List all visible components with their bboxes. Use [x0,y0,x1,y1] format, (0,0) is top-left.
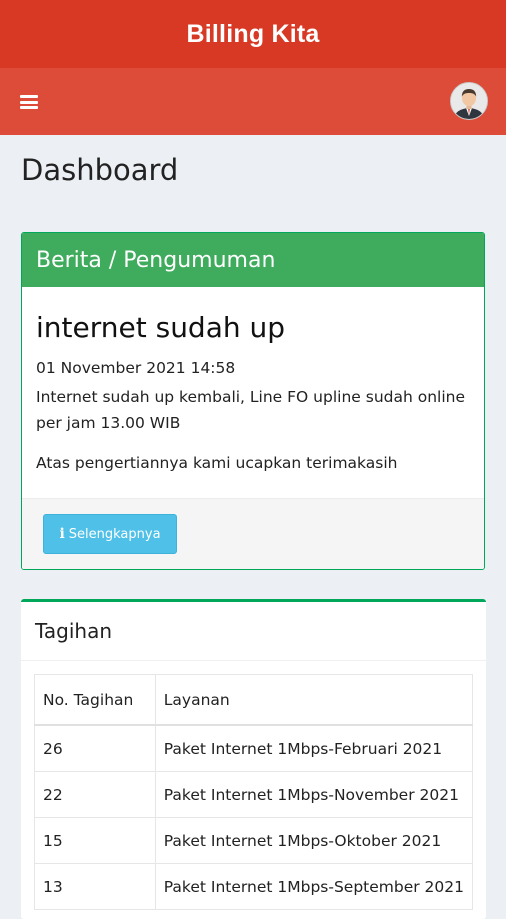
bill-number-cell: 26 [34,724,156,772]
table-row[interactable]: 26 Paket Internet 1Mbps-Februari 2021 [34,724,474,772]
news-title: internet sudah up [36,311,286,344]
column-header-service: Layanan [154,674,474,726]
bills-table: No. Tagihan Layanan 26 Paket Internet 1M… [34,674,474,910]
service-cell: Paket Internet 1Mbps-November 2021 [154,771,474,818]
service-cell: Paket Internet 1Mbps-September 2021 [154,863,474,910]
news-box: Berita / Pengumuman internet sudah up 01… [21,232,485,570]
navbar [0,68,506,135]
page-title: Dashboard [21,153,179,187]
app-bar: Billing Kita [0,0,506,68]
avatar-icon [451,83,487,119]
news-thanks: Atas pengertiannya kami ucapkan terimaka… [36,454,398,472]
news-header: Berita / Pengumuman [22,233,484,287]
service-cell: Paket Internet 1Mbps-Oktober 2021 [154,817,474,864]
news-date: 01 November 2021 14:58 [36,359,236,377]
bills-box: Tagihan No. Tagihan Layanan 26 Paket Int… [21,599,486,919]
app-title: Billing Kita [186,19,320,48]
bill-number-cell: 15 [34,817,156,864]
info-icon: i [59,526,65,542]
read-more-label: Selengkapnya [68,526,161,542]
column-header-bill-number: No. Tagihan [34,674,156,726]
bill-number-cell: 22 [34,771,156,818]
user-avatar[interactable] [450,82,488,120]
service-cell: Paket Internet 1Mbps-Februari 2021 [154,724,474,772]
table-header-row: No. Tagihan Layanan [34,674,474,726]
bills-header: Tagihan [21,602,486,661]
menu-icon[interactable] [20,95,38,109]
table-row[interactable]: 22 Paket Internet 1Mbps-November 2021 [34,771,474,818]
read-more-button[interactable]: i Selengkapnya [43,514,177,554]
news-footer: i Selengkapnya [22,498,484,569]
news-body: Internet sudah up kembali, Line FO uplin… [36,388,466,432]
table-row[interactable]: 13 Paket Internet 1Mbps-September 2021 [34,863,474,910]
bill-number-cell: 13 [34,863,156,910]
table-row[interactable]: 15 Paket Internet 1Mbps-Oktober 2021 [34,817,474,864]
